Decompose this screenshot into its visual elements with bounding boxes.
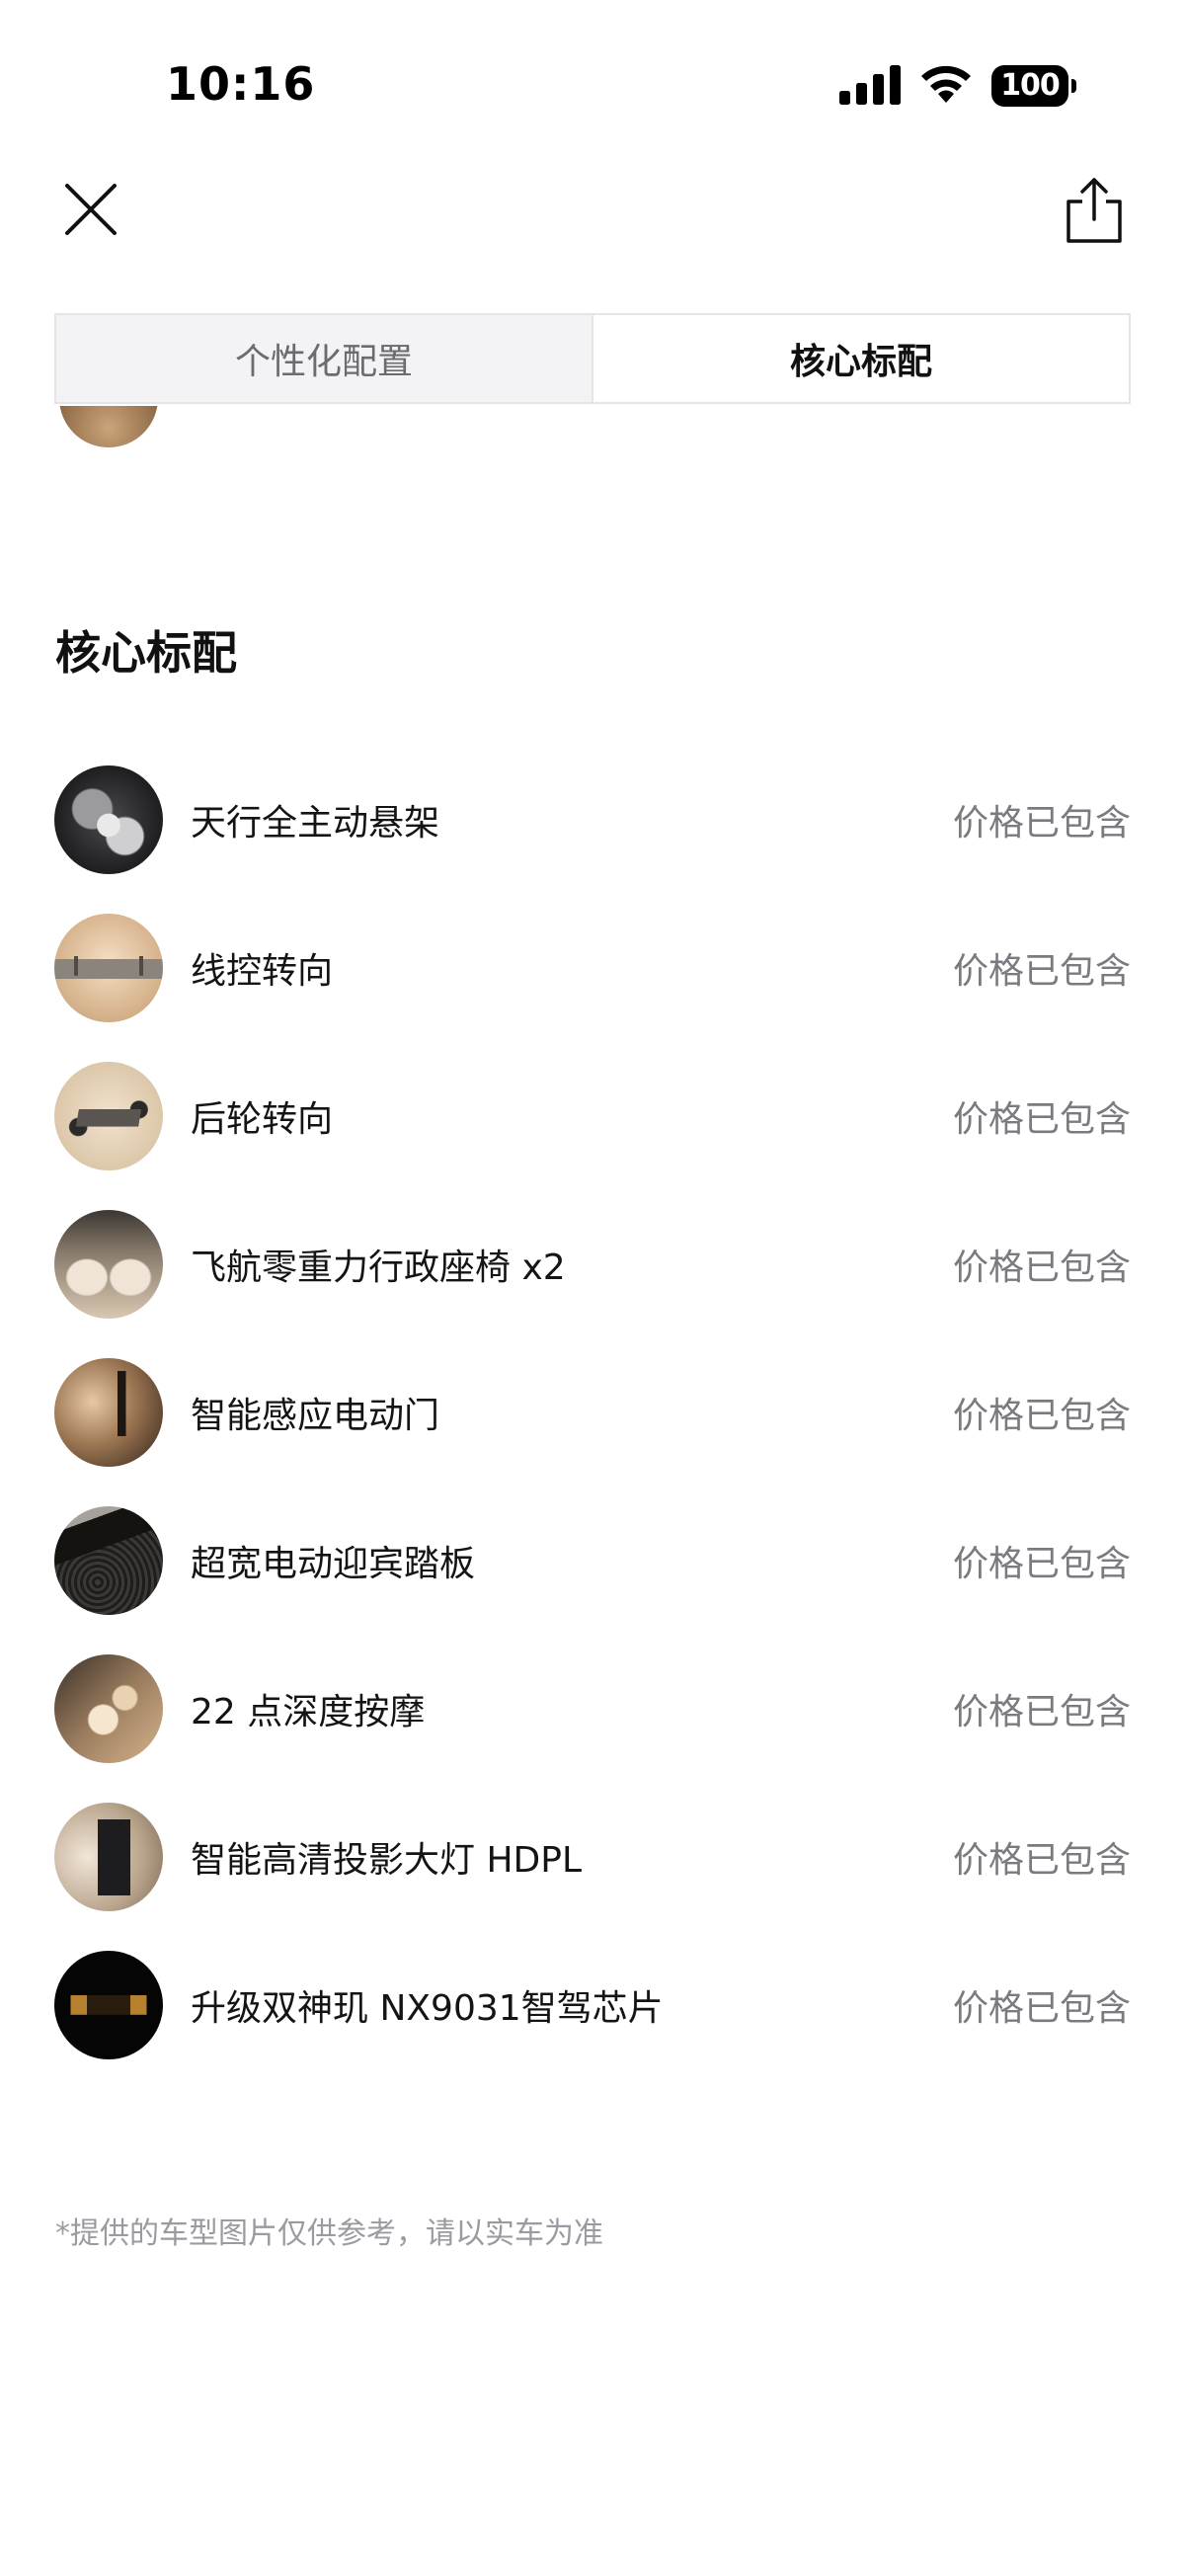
feature-price-status: 价格已包含 (952, 1248, 1131, 1288)
tab-personalized-config[interactable]: 个性化配置 (56, 315, 593, 402)
share-icon[interactable] (1063, 176, 1126, 245)
list-item[interactable]: 飞航零重力行政座椅 x2 价格已包含 (54, 1190, 1131, 1338)
feature-thumbnail (54, 1358, 163, 1467)
feature-name: 线控转向 (191, 951, 334, 992)
list-item[interactable]: 天行全主动悬架 价格已包含 (54, 746, 1131, 894)
list-item[interactable]: 后轮转向 价格已包含 (54, 1042, 1131, 1190)
signal-icon (839, 65, 901, 105)
feature-name: 升级双神玑 NX9031智驾芯片 (191, 1988, 664, 2029)
feature-thumbnail (54, 1210, 163, 1319)
feature-price-status: 价格已包含 (952, 1692, 1131, 1732)
status-time: 10:16 (166, 57, 316, 111)
feature-price-status: 价格已包含 (952, 803, 1131, 844)
feature-name: 后轮转向 (191, 1099, 334, 1140)
feature-thumbnail (54, 1803, 163, 1911)
list-item[interactable]: 线控转向 价格已包含 (54, 894, 1131, 1042)
feature-price-status: 价格已包含 (952, 1840, 1131, 1881)
feature-thumbnail (54, 1654, 163, 1763)
list-item[interactable]: 升级双神玑 NX9031智驾芯片 价格已包含 (54, 1931, 1131, 2079)
feature-thumbnail (54, 914, 163, 1022)
feature-name: 超宽电动迎宾踏板 (191, 1544, 476, 1584)
feature-price-status: 价格已包含 (952, 951, 1131, 992)
disclaimer-text: *提供的车型图片仅供参考，请以实车为准 (55, 2216, 603, 2251)
partial-thumbnail (59, 406, 158, 457)
battery-level: 100 (991, 65, 1068, 107)
feature-price-status: 价格已包含 (952, 1544, 1131, 1584)
list-item[interactable]: 22 点深度按摩 价格已包含 (54, 1635, 1131, 1783)
feature-thumbnail (54, 1506, 163, 1615)
feature-price-status: 价格已包含 (952, 1396, 1131, 1436)
wifi-icon (921, 65, 971, 103)
battery-tip (1071, 79, 1076, 93)
feature-name: 智能高清投影大灯 HDPL (191, 1840, 583, 1881)
section-title: 核心标配 (55, 626, 237, 680)
feature-price-status: 价格已包含 (952, 1099, 1131, 1140)
battery-icon: 100 (991, 65, 1076, 107)
feature-thumbnail (54, 1062, 163, 1170)
feature-name: 智能感应电动门 (191, 1396, 440, 1436)
feature-price-status: 价格已包含 (952, 1988, 1131, 2029)
feature-list: 天行全主动悬架 价格已包含 线控转向 价格已包含 后轮转向 价格已包含 飞航零重… (54, 746, 1131, 2079)
tab-core-standard[interactable]: 核心标配 (593, 315, 1129, 402)
list-item[interactable]: 智能感应电动门 价格已包含 (54, 1338, 1131, 1487)
list-item[interactable]: 超宽电动迎宾踏板 价格已包含 (54, 1487, 1131, 1635)
list-item[interactable]: 智能高清投影大灯 HDPL 价格已包含 (54, 1783, 1131, 1931)
feature-thumbnail (54, 765, 163, 874)
status-bar: 10:16 100 (0, 0, 1185, 173)
feature-name: 22 点深度按摩 (191, 1692, 426, 1732)
close-icon[interactable] (61, 180, 120, 239)
feature-name: 天行全主动悬架 (191, 803, 440, 844)
feature-thumbnail (54, 1951, 163, 2059)
config-tabs: 个性化配置 核心标配 (54, 313, 1131, 404)
feature-name: 飞航零重力行政座椅 x2 (191, 1248, 566, 1288)
partial-thumbnail-image (59, 406, 158, 447)
